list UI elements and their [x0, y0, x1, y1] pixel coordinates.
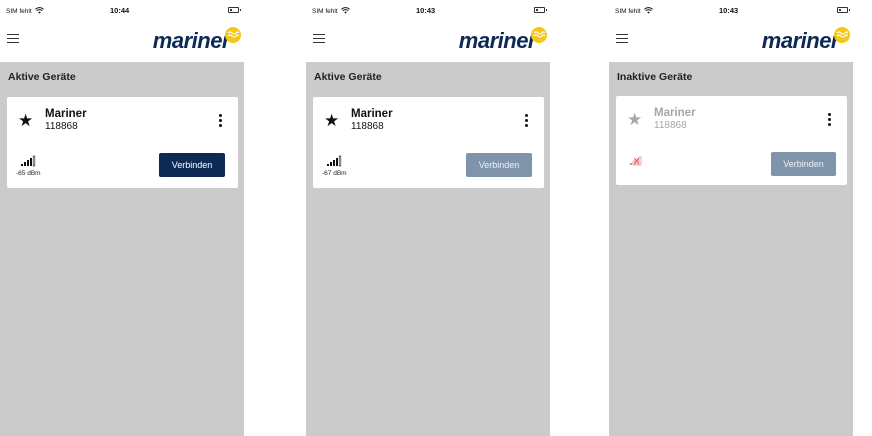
- rssi-value: -65 dBm: [16, 170, 41, 177]
- connect-button[interactable]: Verbinden: [159, 153, 225, 177]
- brand-logo: mariner: [152, 27, 241, 58]
- phone-screen-1: SIM fehlt 10:44 mariner Aktive Geräte ★ …: [0, 0, 244, 436]
- kebab-menu-icon[interactable]: [219, 114, 223, 128]
- menu-icon[interactable]: [616, 34, 628, 44]
- device-id: 118868: [654, 120, 687, 131]
- device-id: 118868: [45, 121, 78, 132]
- no-signal-icon: [630, 156, 642, 166]
- clock: 10:43: [416, 6, 436, 15]
- carrier-status: SIM fehlt: [6, 7, 45, 15]
- device-card[interactable]: ★ Mariner 118868 -65 dBm Verbinden: [7, 97, 238, 188]
- device-card[interactable]: ★ Mariner 118868 Verbinden: [616, 96, 847, 185]
- kebab-menu-icon[interactable]: [525, 114, 529, 128]
- app-bar: mariner: [0, 22, 244, 62]
- carrier-label: SIM fehlt: [615, 8, 641, 15]
- brand-wordmark: mariner: [761, 28, 840, 53]
- carrier-status: SIM fehlt: [312, 7, 351, 15]
- battery-icon: [228, 7, 241, 13]
- status-bar: SIM fehlt 10:43: [609, 0, 853, 22]
- sun-logo-icon: [531, 27, 547, 43]
- battery-icon: [837, 7, 850, 13]
- star-icon[interactable]: ★: [627, 111, 642, 128]
- brand-wordmark: mariner: [458, 28, 537, 53]
- kebab-menu-icon[interactable]: [828, 113, 832, 127]
- carrier-status: SIM fehlt: [615, 7, 654, 15]
- signal-strength-icon: [327, 155, 342, 167]
- star-icon[interactable]: ★: [18, 112, 33, 129]
- clock: 10:44: [110, 6, 130, 15]
- menu-icon[interactable]: [313, 34, 325, 44]
- device-name: Mariner: [351, 108, 393, 120]
- brand-logo: mariner: [458, 27, 547, 58]
- section-title: Inaktive Geräte: [617, 71, 693, 83]
- sun-logo-icon: [225, 27, 241, 43]
- content-area: Aktive Geräte ★ Mariner 118868 -65 dBm V…: [0, 62, 244, 436]
- brand-logo: mariner: [761, 27, 850, 58]
- carrier-label: SIM fehlt: [6, 8, 32, 15]
- content-area: Aktive Geräte ★ Mariner 118868 -67 dBm V…: [306, 62, 550, 436]
- clock: 10:43: [719, 6, 739, 15]
- device-card[interactable]: ★ Mariner 118868 -67 dBm Verbinden: [313, 97, 544, 188]
- wifi-icon: [341, 7, 351, 14]
- carrier-label: SIM fehlt: [312, 8, 338, 15]
- sun-logo-icon: [834, 27, 850, 43]
- app-bar: mariner: [306, 22, 550, 62]
- signal-strength-icon: [21, 155, 36, 167]
- menu-icon[interactable]: [7, 34, 19, 44]
- device-name: Mariner: [45, 108, 87, 120]
- connect-button[interactable]: Verbinden: [771, 152, 836, 176]
- section-title: Aktive Geräte: [314, 71, 382, 83]
- brand-wordmark: mariner: [152, 28, 231, 53]
- phone-screen-2: SIM fehlt 10:43 mariner Aktive Geräte ★ …: [306, 0, 550, 436]
- wifi-icon: [644, 7, 654, 14]
- star-icon[interactable]: ★: [324, 112, 339, 129]
- section-title: Aktive Geräte: [8, 71, 76, 83]
- battery-icon: [534, 7, 547, 13]
- connect-button[interactable]: Verbinden: [466, 153, 532, 177]
- content-area: Inaktive Geräte ★ Mariner 118868 Verbind…: [609, 62, 853, 436]
- wifi-icon: [35, 7, 45, 14]
- phone-screen-3: SIM fehlt 10:43 mariner Inaktive Geräte …: [609, 0, 853, 436]
- device-id: 118868: [351, 121, 384, 132]
- device-name: Mariner: [654, 107, 696, 119]
- rssi-value: -67 dBm: [322, 170, 347, 177]
- status-bar: SIM fehlt 10:44: [0, 0, 244, 22]
- app-bar: mariner: [609, 22, 853, 62]
- status-bar: SIM fehlt 10:43: [306, 0, 550, 22]
